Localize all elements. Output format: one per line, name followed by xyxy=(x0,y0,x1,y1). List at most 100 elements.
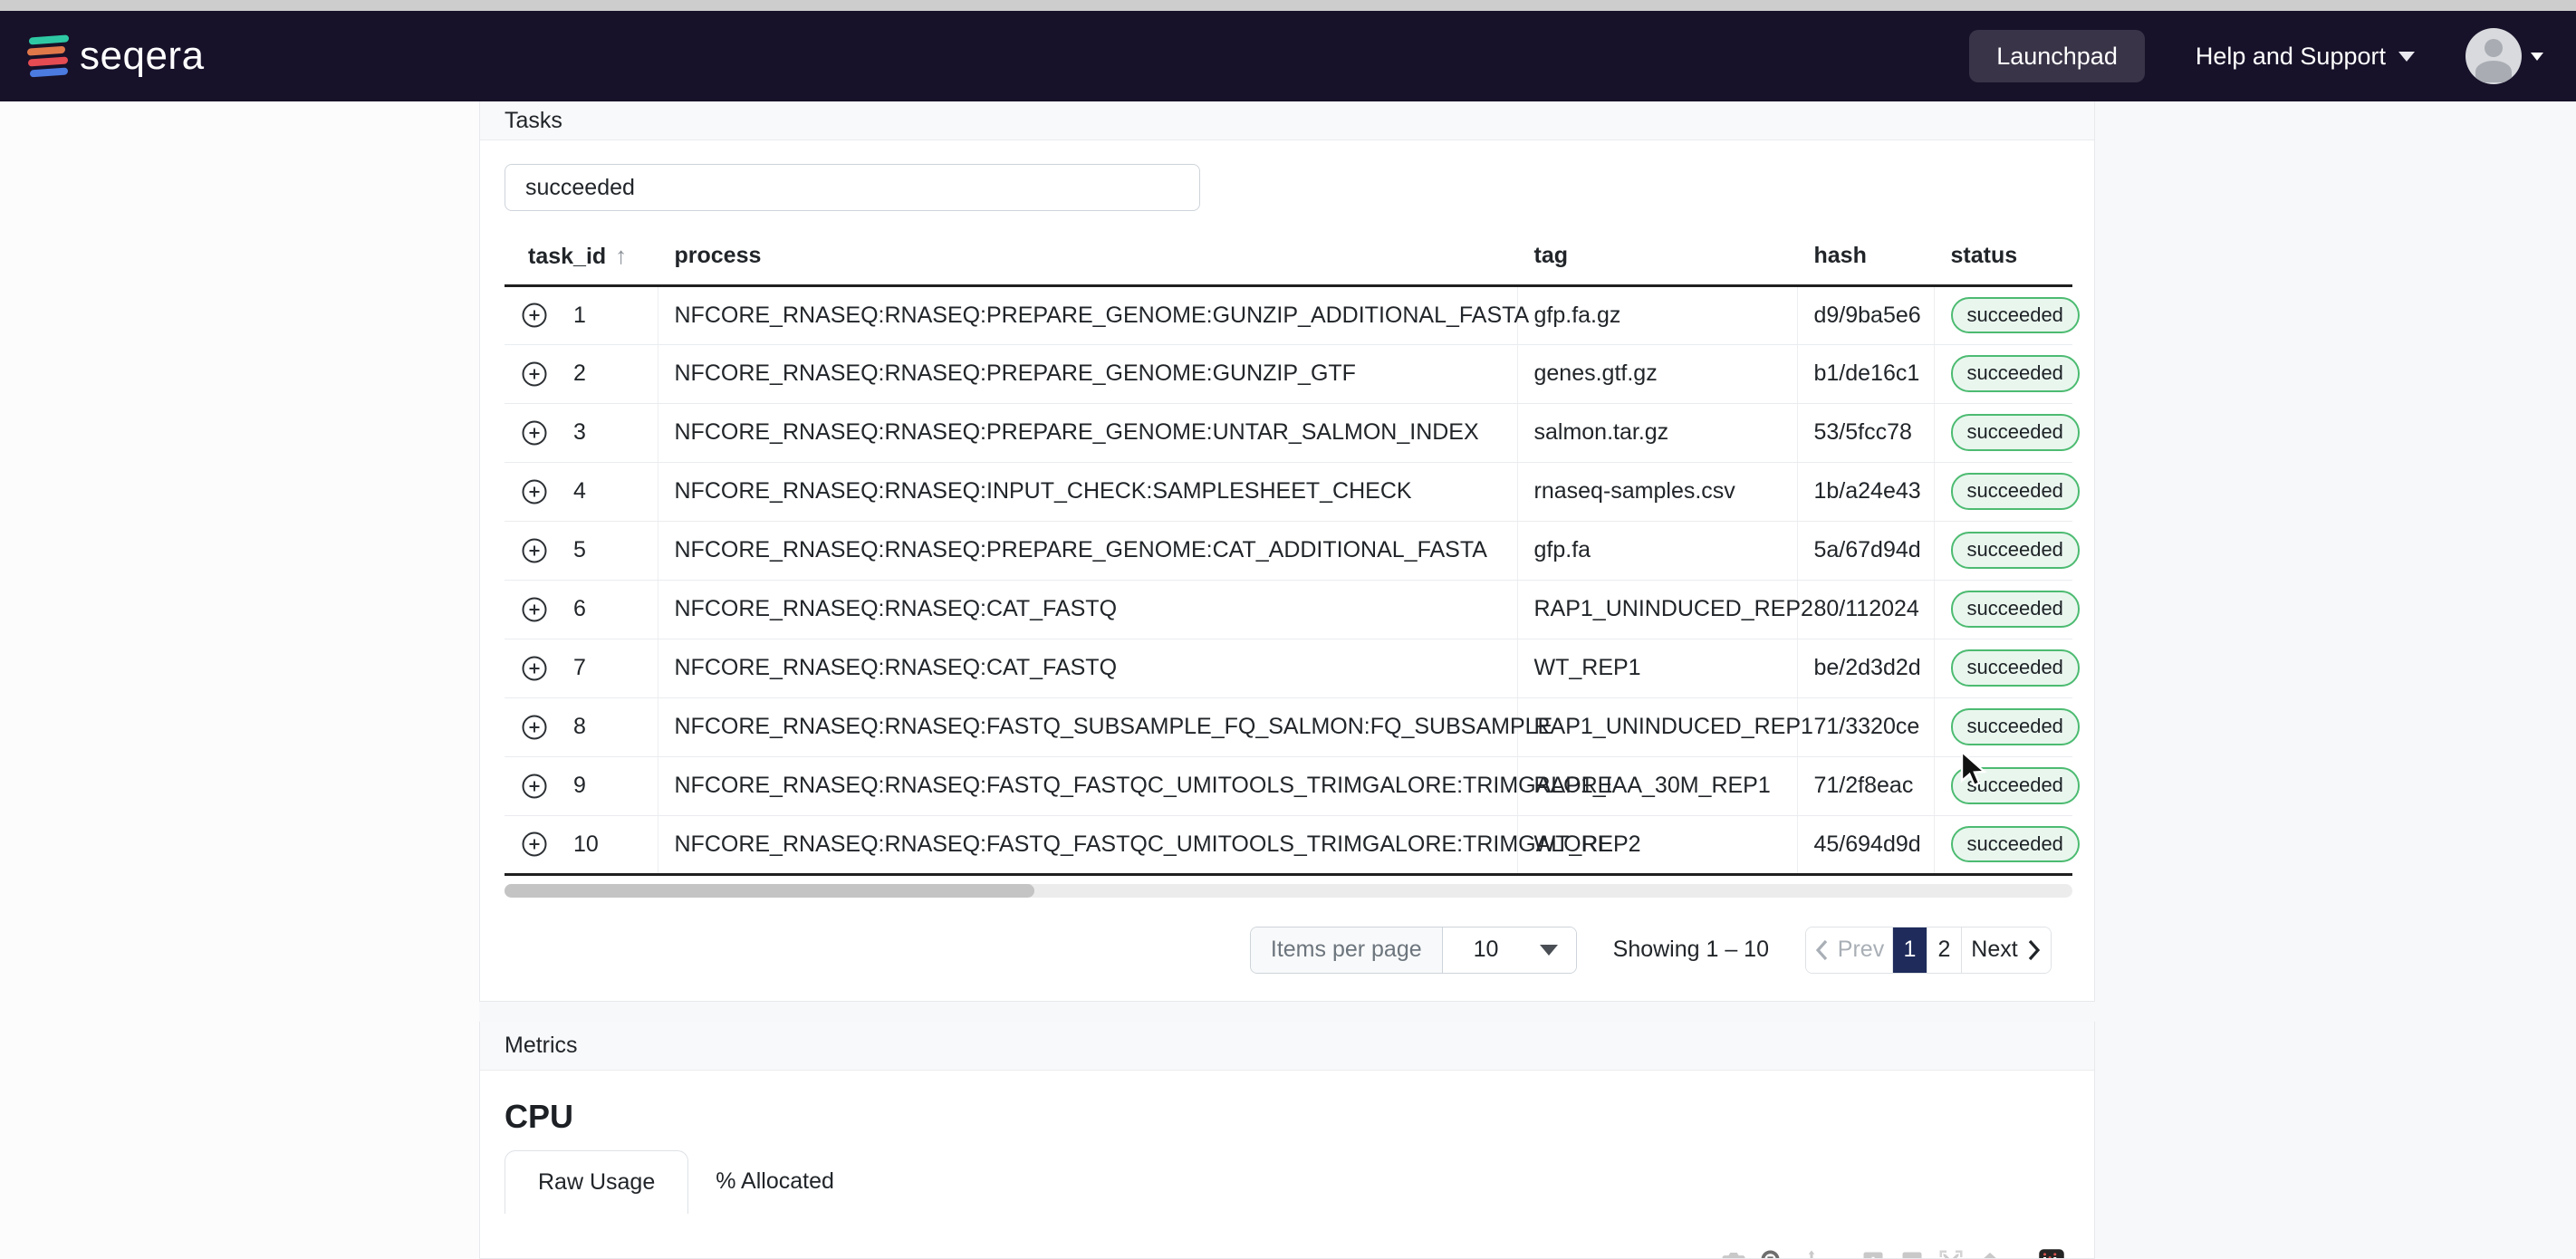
user-menu[interactable] xyxy=(2465,28,2543,84)
task-id-value: 8 xyxy=(573,714,586,739)
expand-row-icon[interactable] xyxy=(521,360,548,388)
process-cell: NFCORE_RNASEQ:RNASEQ:PREPARE_GENOME:GUNZ… xyxy=(658,285,1529,345)
next-page-button[interactable]: Next xyxy=(1962,927,2051,973)
zoom-out-icon[interactable] xyxy=(1898,1248,1926,1258)
table-row[interactable]: 6 NFCORE_RNASEQ:RNASEQ:CAT_FASTQ RAP1_UN… xyxy=(505,580,2080,639)
tag-cell: RAP1_IAA_30M_REP1 xyxy=(1517,756,1798,816)
items-per-page-label: Items per page xyxy=(1250,927,1443,973)
chevron-down-icon xyxy=(2531,52,2543,61)
task-id-cell: 5 xyxy=(505,521,658,581)
seqera-logo[interactable]: seqera xyxy=(27,34,205,79)
expand-row-icon[interactable] xyxy=(521,773,548,800)
column-header-hash[interactable]: hash xyxy=(1797,233,1935,287)
status-cell: succeeded xyxy=(1934,521,2080,581)
pagination-row: Items per page 10 Showing 1 – 10 Prev 1 … xyxy=(505,926,2070,974)
tag-cell: rnaseq-samples.csv xyxy=(1517,462,1798,522)
items-per-page-select[interactable]: 10 xyxy=(1442,927,1576,973)
tag-cell: WT_REP1 xyxy=(1517,639,1798,698)
hash-cell: 71/2f8eac xyxy=(1797,756,1935,816)
task-id-cell: 2 xyxy=(505,344,658,404)
page-button-2[interactable]: 2 xyxy=(1927,927,1962,973)
camera-icon[interactable] xyxy=(1720,1248,1747,1258)
expand-row-icon[interactable] xyxy=(521,596,548,623)
table-row[interactable]: 4 NFCORE_RNASEQ:RNASEQ:INPUT_CHECK:SAMPL… xyxy=(505,462,2080,522)
table-row[interactable]: 9 NFCORE_RNASEQ:RNASEQ:FASTQ_FASTQC_UMIT… xyxy=(505,756,2080,816)
task-id-cell: 3 xyxy=(505,403,658,463)
status-badge: succeeded xyxy=(1950,414,2080,451)
tag-cell: gfp.fa xyxy=(1517,521,1798,581)
pager: Prev 1 2 Next xyxy=(1805,926,2052,974)
process-cell: NFCORE_RNASEQ:RNASEQ:FASTQ_SUBSAMPLE_FQ_… xyxy=(658,697,1552,757)
pan-icon[interactable] xyxy=(1798,1248,1825,1258)
prev-page-button[interactable]: Prev xyxy=(1806,927,1893,973)
table-row[interactable]: 5 NFCORE_RNASEQ:RNASEQ:PREPARE_GENOME:CA… xyxy=(505,521,2080,581)
expand-row-icon[interactable] xyxy=(521,302,548,329)
task-id-value: 1 xyxy=(573,302,586,328)
process-cell: NFCORE_RNASEQ:RNASEQ:PREPARE_GENOME:CAT_… xyxy=(658,521,1518,581)
status-cell: succeeded xyxy=(1934,815,2080,876)
tag-cell: salmon.tar.gz xyxy=(1517,403,1798,463)
column-header-process[interactable]: process xyxy=(658,233,1518,287)
horizontal-scrollbar[interactable] xyxy=(505,883,2072,898)
window-top-edge xyxy=(0,0,2576,11)
process-cell: NFCORE_RNASEQ:RNASEQ:PREPARE_GENOME:UNTA… xyxy=(658,403,1518,463)
hash-cell: 45/694d9d xyxy=(1797,815,1935,876)
tasks-section-header: Tasks xyxy=(480,101,2094,140)
status-cell: succeeded xyxy=(1934,697,2080,757)
status-badge: succeeded xyxy=(1950,532,2080,569)
items-per-page-value: 10 xyxy=(1473,937,1499,962)
table-row[interactable]: 7 NFCORE_RNASEQ:RNASEQ:CAT_FASTQ WT_REP1… xyxy=(505,639,2080,698)
help-and-support-menu[interactable]: Help and Support xyxy=(2196,43,2415,71)
tab-percent-allocated[interactable]: % Allocated xyxy=(688,1150,861,1213)
column-header-tag[interactable]: tag xyxy=(1517,233,1798,287)
expand-row-icon[interactable] xyxy=(521,655,548,682)
table-row[interactable]: 10 NFCORE_RNASEQ:RNASEQ:FASTQ_FASTQC_UMI… xyxy=(505,815,2080,876)
page-button-1[interactable]: 1 xyxy=(1893,927,1927,973)
autoscale-icon[interactable] xyxy=(1937,1248,1965,1258)
hash-cell: 53/5fcc78 xyxy=(1797,403,1935,463)
tab-raw-usage[interactable]: Raw Usage xyxy=(505,1150,689,1214)
column-header-status[interactable]: status xyxy=(1934,233,2072,287)
tag-cell: RAP1_UNINDUCED_REP2 xyxy=(1517,580,1813,639)
task-id-cell: 1 xyxy=(505,285,658,345)
tag-cell: gfp.fa.gz xyxy=(1517,285,1798,345)
task-id-cell: 7 xyxy=(505,639,658,698)
status-cell: succeeded xyxy=(1934,639,2080,698)
process-cell: NFCORE_RNASEQ:RNASEQ:CAT_FASTQ xyxy=(658,580,1518,639)
expand-row-icon[interactable] xyxy=(521,831,548,858)
tasks-title: Tasks xyxy=(505,107,562,133)
status-cell: succeeded xyxy=(1934,285,2080,345)
metrics-section-header: Metrics xyxy=(480,1022,2094,1071)
status-badge: succeeded xyxy=(1950,355,2080,392)
avatar[interactable] xyxy=(2465,28,2522,84)
zoom-icon[interactable] xyxy=(1759,1248,1786,1258)
status-badge: succeeded xyxy=(1950,296,2080,334)
table-row[interactable]: 8 NFCORE_RNASEQ:RNASEQ:FASTQ_SUBSAMPLE_F… xyxy=(505,697,2080,757)
table-row[interactable]: 2 NFCORE_RNASEQ:RNASEQ:PREPARE_GENOME:GU… xyxy=(505,344,2080,404)
task-search-input[interactable] xyxy=(505,164,1200,211)
expand-row-icon[interactable] xyxy=(521,537,548,564)
table-row[interactable]: 3 NFCORE_RNASEQ:RNASEQ:PREPARE_GENOME:UN… xyxy=(505,403,2080,463)
zoom-in-icon[interactable] xyxy=(1860,1248,1887,1258)
table-row[interactable]: 1 NFCORE_RNASEQ:RNASEQ:PREPARE_GENOME:GU… xyxy=(505,285,2080,345)
task-id-cell: 8 xyxy=(505,697,658,757)
plotly-logo-icon[interactable] xyxy=(2038,1248,2065,1258)
task-id-cell: 6 xyxy=(505,580,658,639)
home-icon[interactable] xyxy=(1976,1248,2004,1258)
launchpad-button[interactable]: Launchpad xyxy=(1969,30,2145,82)
items-per-page-control: Items per page 10 xyxy=(1249,926,1577,974)
status-badge: succeeded xyxy=(1950,591,2080,628)
task-id-cell: 9 xyxy=(505,756,658,816)
expand-row-icon[interactable] xyxy=(521,419,548,447)
expand-row-icon[interactable] xyxy=(521,478,548,505)
horizontal-scrollbar-thumb[interactable] xyxy=(505,883,1034,898)
plot-toolbar xyxy=(1720,1248,2065,1258)
expand-row-icon[interactable] xyxy=(521,714,548,741)
metrics-title: Metrics xyxy=(505,1033,578,1058)
hash-cell: d9/9ba5e6 xyxy=(1797,285,1935,345)
column-header-task-id[interactable]: task_id ↑ xyxy=(505,233,658,287)
chevron-down-icon xyxy=(1539,944,1558,956)
process-cell: NFCORE_RNASEQ:RNASEQ:INPUT_CHECK:SAMPLES… xyxy=(658,462,1518,522)
task-id-value: 9 xyxy=(573,773,586,798)
hash-cell: 80/112024 xyxy=(1797,580,1935,639)
